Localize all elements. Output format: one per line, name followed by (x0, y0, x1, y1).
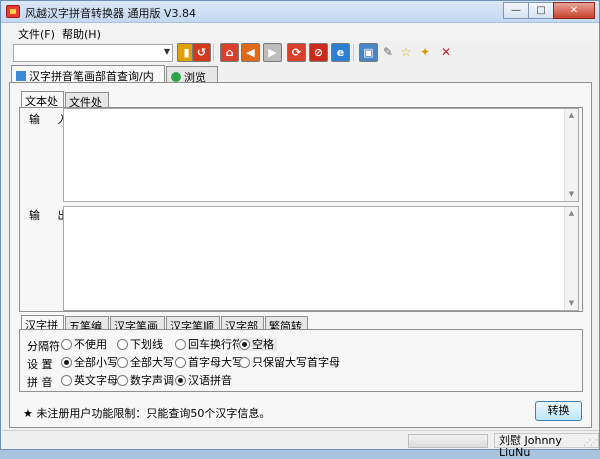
tools-icon[interactable]: ✎ (380, 44, 396, 60)
toolbar-separator (353, 44, 354, 61)
pinyin-letters-radio[interactable]: 英文字母 (61, 374, 118, 387)
tab-browser[interactable]: 浏览器 (166, 66, 218, 100)
window-title: 风越汉字拼音转换器 通用版 V3.84 (25, 7, 197, 20)
setting-label: 设 置 (27, 358, 53, 371)
key-icon[interactable]: ✦ (417, 44, 433, 60)
title-bar[interactable]: 风越汉字拼音转换器 通用版 V3.84 — □ ✕ (1, 1, 599, 23)
pinyin-tone-number-radio[interactable]: 数字声调 (117, 374, 174, 387)
setting-lowercase-radio[interactable]: 全部小写 (61, 356, 118, 369)
app-logo-icon (6, 5, 20, 18)
tab-file-processing[interactable]: 文件处理 (65, 92, 109, 125)
menu-file[interactable]: 文件(F) (18, 26, 55, 42)
back-icon[interactable]: ◀ (241, 43, 260, 62)
convert-button[interactable]: 转换 (535, 401, 582, 421)
status-progress (408, 434, 488, 448)
maximize-button[interactable]: □ (528, 2, 554, 19)
menu-bar: 文件(F) 帮助(H) (2, 23, 599, 41)
home-icon[interactable]: ⌂ (220, 43, 239, 62)
status-bar: 刘慰 Johnny LiuNu ⋰⋰ (2, 430, 599, 459)
input-scrollbar[interactable]: ▲ ▼ (564, 109, 578, 201)
app-window: 风越汉字拼音转换器 通用版 V3.84 — □ ✕ 文件(F) 帮助(H) ▼ … (0, 0, 600, 459)
output-textarea[interactable]: ▲ ▼ (63, 206, 579, 311)
forward-icon[interactable]: ▶ (263, 43, 282, 62)
separator-newline-radio[interactable]: 回车换行符 (175, 338, 243, 351)
close-button[interactable]: ✕ (553, 2, 595, 19)
toolbar-separator (213, 44, 214, 61)
document-icon (16, 71, 26, 81)
scroll-up-icon[interactable]: ▲ (565, 207, 578, 220)
separator-none-radio[interactable]: 不使用 (61, 338, 107, 351)
pinyin-hanyu-radio[interactable]: 汉语拼音 (175, 374, 232, 387)
minimize-button[interactable]: — (503, 2, 529, 19)
exit-icon[interactable]: ✕ (438, 44, 454, 60)
menu-help[interactable]: 帮助(H) (62, 26, 101, 42)
reload-icon[interactable]: ⟳ (287, 43, 306, 62)
star-icon[interactable]: ☆ (398, 44, 414, 60)
stop-icon[interactable]: ⊘ (309, 43, 328, 62)
scroll-down-icon[interactable]: ▼ (565, 297, 578, 310)
output-scrollbar[interactable]: ▲ ▼ (564, 207, 578, 310)
separator-space-radio[interactable]: 空格 (239, 338, 277, 351)
refresh-icon[interactable]: ↺ (192, 43, 211, 62)
tab-text-processing[interactable]: 文本处理 (21, 91, 64, 124)
window-icon[interactable]: ▣ (359, 43, 378, 62)
scroll-down-icon[interactable]: ▼ (565, 188, 578, 201)
ie-icon[interactable]: e (331, 43, 350, 62)
chevron-down-icon[interactable]: ▼ (164, 47, 170, 56)
setting-uppercase-radio[interactable]: 全部大写 (117, 356, 174, 369)
scroll-up-icon[interactable]: ▲ (565, 109, 578, 122)
globe-icon (171, 72, 181, 82)
pinyin-label: 拼 音 (27, 376, 53, 389)
registration-notice: ★ 未注册用户功能限制：只能查询50个汉字信息。 (23, 407, 271, 420)
setting-capitalize-radio[interactable]: 首字母大写 (175, 356, 243, 369)
separator-label: 分隔符 (27, 340, 60, 353)
address-combo[interactable]: ▼ (13, 44, 173, 62)
window-controls: — □ ✕ (503, 2, 595, 19)
setting-initials-radio[interactable]: 只保留大写首字母 (239, 356, 340, 369)
resize-grip-icon[interactable]: ⋰⋰ (583, 438, 598, 447)
separator-underscore-radio[interactable]: 下划线 (117, 338, 163, 351)
input-textarea[interactable]: ▲ ▼ (63, 108, 579, 202)
tab-pinyin-query[interactable]: 汉字拼音笔画部首查询/内码转换 (11, 65, 165, 99)
